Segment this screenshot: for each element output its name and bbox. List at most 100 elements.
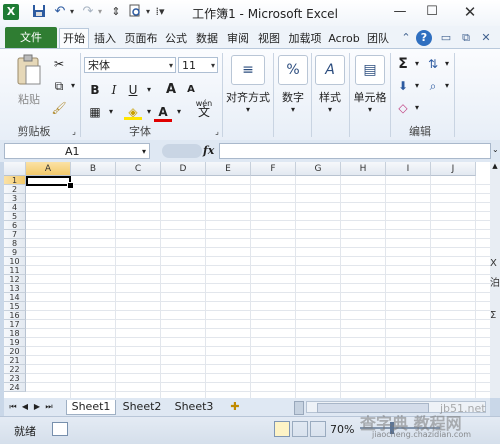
- first-sheet-icon[interactable]: ⏮: [8, 400, 18, 414]
- sheet-tab-sheet3[interactable]: Sheet3: [170, 400, 218, 414]
- bold-button[interactable]: B: [86, 81, 104, 99]
- row-header-18[interactable]: 18: [4, 329, 26, 338]
- row-header-9[interactable]: 9: [4, 248, 26, 257]
- tab-insert[interactable]: 插入: [90, 29, 120, 48]
- normal-view-icon[interactable]: [274, 421, 290, 437]
- cut-icon[interactable]: ✂: [50, 55, 68, 73]
- column-header-d[interactable]: D: [161, 162, 206, 176]
- tab-page-layout[interactable]: 页面布: [123, 29, 159, 48]
- macro-record-icon[interactable]: [52, 422, 68, 436]
- row-header-14[interactable]: 14: [4, 293, 26, 302]
- row-header-19[interactable]: 19: [4, 338, 26, 347]
- tab-view[interactable]: 视图: [255, 29, 283, 48]
- redo-dropdown-icon[interactable]: ▾: [92, 4, 108, 20]
- row-header-4[interactable]: 4: [4, 203, 26, 212]
- column-header-j[interactable]: J: [431, 162, 476, 176]
- alignment-button[interactable]: ≡ 对齐方式 ▾: [226, 55, 270, 114]
- column-header-e[interactable]: E: [206, 162, 251, 176]
- row-header-3[interactable]: 3: [4, 194, 26, 203]
- font-launcher-icon[interactable]: ⌟: [208, 123, 226, 141]
- increase-font-button[interactable]: A: [162, 81, 180, 99]
- tab-data[interactable]: 数据: [193, 29, 221, 48]
- tab-home[interactable]: 开始: [59, 28, 89, 48]
- doc-close-icon[interactable]: ✕: [478, 30, 494, 46]
- sort-icon[interactable]: ⇕: [108, 4, 124, 20]
- row-header-15[interactable]: 15: [4, 302, 26, 311]
- name-box-dropdown-icon[interactable]: ▾: [142, 144, 146, 160]
- border-dropdown-icon[interactable]: ▾: [102, 103, 120, 121]
- formula-input[interactable]: [219, 143, 491, 159]
- help-icon[interactable]: ?: [416, 30, 432, 46]
- font-size-select[interactable]: 11 ▾: [178, 57, 218, 73]
- column-header-a[interactable]: A: [26, 162, 71, 176]
- row-header-22[interactable]: 22: [4, 365, 26, 374]
- row-header-1[interactable]: 1: [4, 176, 26, 185]
- row-header-6[interactable]: 6: [4, 221, 26, 230]
- italic-button[interactable]: I: [105, 81, 123, 99]
- save-icon[interactable]: [31, 4, 47, 20]
- format-painter-icon[interactable]: 🖌: [50, 99, 68, 117]
- decrease-font-button[interactable]: A: [182, 81, 200, 99]
- customize-icon[interactable]: ⁞▾: [152, 4, 168, 20]
- fill-handle[interactable]: [67, 182, 74, 189]
- minimize-button[interactable]: —: [386, 3, 414, 21]
- active-cell-a1[interactable]: [26, 176, 71, 186]
- row-header-23[interactable]: 23: [4, 374, 26, 383]
- name-box[interactable]: A1 ▾: [4, 143, 150, 159]
- page-break-view-icon[interactable]: [310, 421, 326, 437]
- column-header-i[interactable]: I: [386, 162, 431, 176]
- underline-dropdown-icon[interactable]: ▾: [140, 81, 158, 99]
- expand-formula-icon[interactable]: ⌄: [492, 145, 499, 154]
- vertical-scrollbar[interactable]: ▲ X 泊 Σ: [490, 162, 500, 398]
- font-family-select[interactable]: 宋体 ▾: [84, 57, 176, 73]
- doc-restore-icon[interactable]: ⧉: [458, 30, 474, 46]
- phonetic-button[interactable]: wén 文: [192, 99, 216, 118]
- tab-team[interactable]: 团队: [364, 29, 392, 48]
- font-color-dropdown-icon[interactable]: ▾: [170, 103, 188, 121]
- row-header-2[interactable]: 2: [4, 185, 26, 194]
- row-header-21[interactable]: 21: [4, 356, 26, 365]
- tab-split-handle[interactable]: [294, 401, 304, 415]
- row-header-7[interactable]: 7: [4, 230, 26, 239]
- excel-x-icon[interactable]: X: [3, 4, 19, 20]
- row-header-12[interactable]: 12: [4, 275, 26, 284]
- page-layout-view-icon[interactable]: [292, 421, 308, 437]
- insert-sheet-icon[interactable]: ✚: [226, 400, 244, 414]
- row-header-17[interactable]: 17: [4, 320, 26, 329]
- maximize-button[interactable]: ☐: [418, 3, 446, 21]
- number-button[interactable]: % 数字 ▾: [276, 55, 310, 114]
- zoom-level[interactable]: 70%: [330, 423, 354, 436]
- column-header-c[interactable]: C: [116, 162, 161, 176]
- styles-button[interactable]: A 样式 ▾: [313, 55, 347, 114]
- worksheet-grid[interactable]: ABCDEFGHIJ 1 2 3 4 5 6 7 8 9 10 11 12 13 14 15 16 17 18 19…: [4, 162, 490, 398]
- doc-minimize-icon[interactable]: ▭: [438, 30, 454, 46]
- close-button[interactable]: ✕: [456, 3, 484, 21]
- sheet-tab-sheet2[interactable]: Sheet2: [118, 400, 166, 414]
- column-header-f[interactable]: F: [251, 162, 296, 176]
- tab-add-ins[interactable]: 加载项: [286, 29, 324, 48]
- next-sheet-icon[interactable]: ▶: [32, 400, 42, 414]
- column-header-g[interactable]: G: [296, 162, 341, 176]
- tab-formulas[interactable]: 公式: [162, 29, 190, 48]
- select-all-corner[interactable]: [4, 162, 26, 176]
- clear-dropdown-icon[interactable]: ▾: [408, 99, 426, 117]
- row-header-24[interactable]: 24: [4, 383, 26, 392]
- row-header-10[interactable]: 10: [4, 257, 26, 266]
- scroll-up-icon[interactable]: ▲: [491, 162, 499, 172]
- column-header-b[interactable]: B: [71, 162, 116, 176]
- paste-button[interactable]: 粘贴: [10, 54, 48, 107]
- undo-dropdown-icon[interactable]: ▾: [64, 4, 80, 20]
- column-header-h[interactable]: H: [341, 162, 386, 176]
- prev-sheet-icon[interactable]: ◀: [20, 400, 30, 414]
- tab-acrobat[interactable]: Acrob: [327, 29, 361, 48]
- row-header-20[interactable]: 20: [4, 347, 26, 356]
- row-header-8[interactable]: 8: [4, 239, 26, 248]
- row-header-16[interactable]: 16: [4, 311, 26, 320]
- sheet-tab-sheet1[interactable]: Sheet1: [66, 400, 116, 415]
- row-header-5[interactable]: 5: [4, 212, 26, 221]
- last-sheet-icon[interactable]: ⏭: [44, 400, 54, 414]
- row-header-13[interactable]: 13: [4, 284, 26, 293]
- insert-function-button[interactable]: fx: [203, 144, 214, 157]
- tab-review[interactable]: 审阅: [224, 29, 252, 48]
- row-header-11[interactable]: 11: [4, 266, 26, 275]
